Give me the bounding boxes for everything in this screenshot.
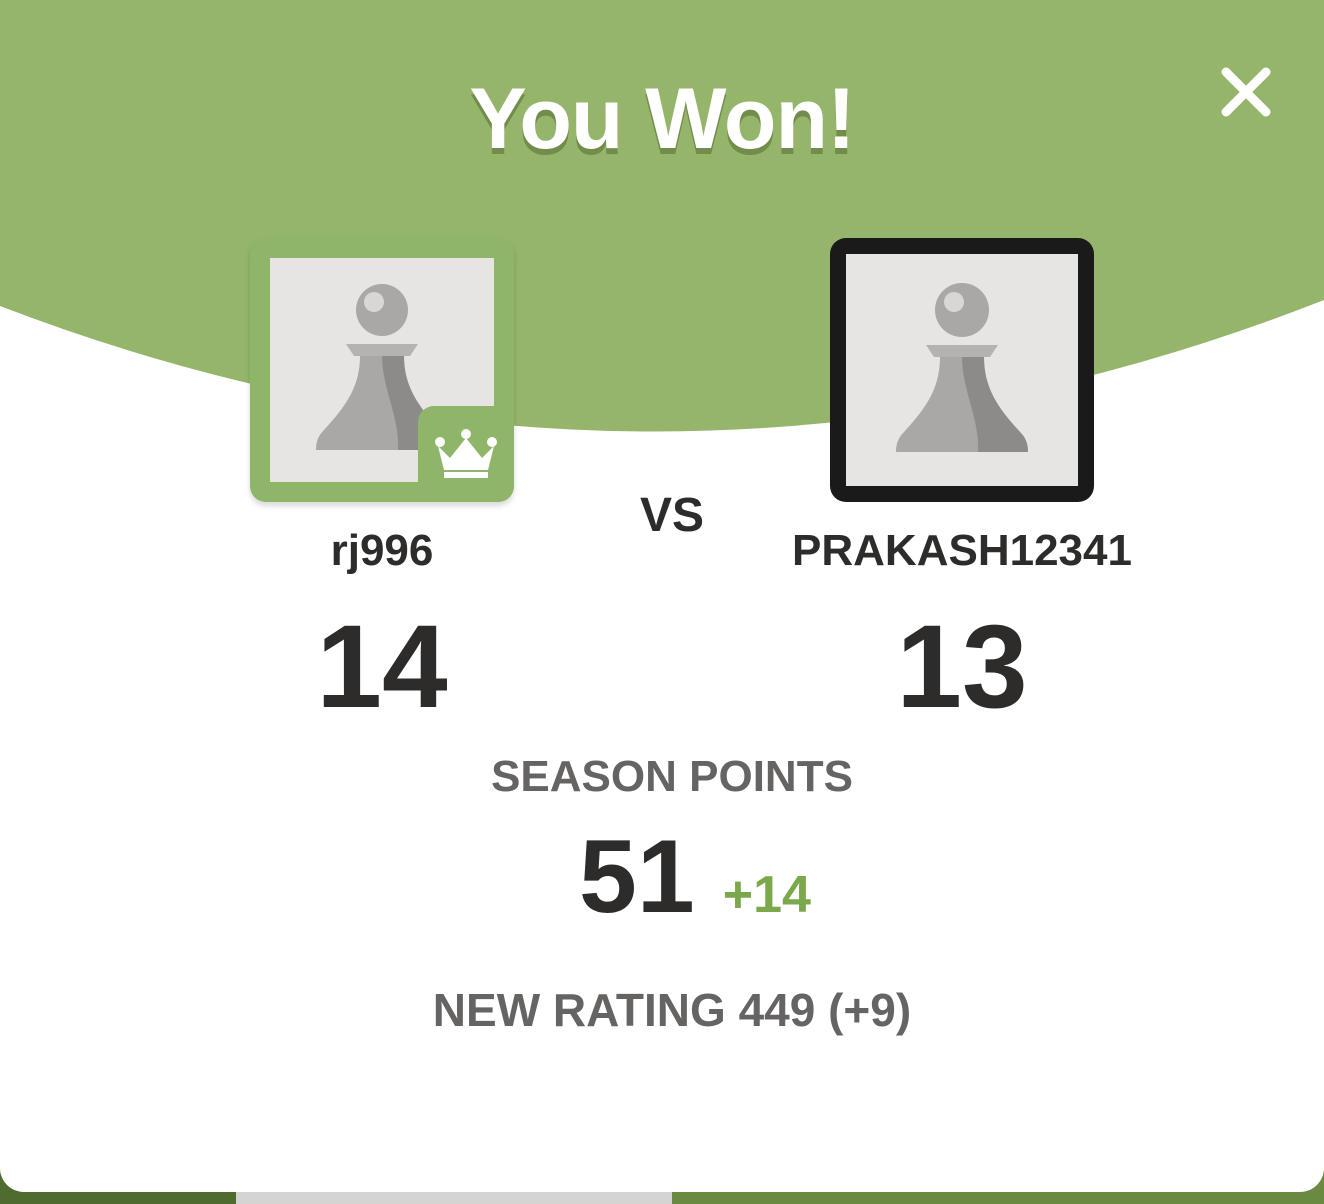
close-button[interactable] (1212, 58, 1280, 126)
result-title: You Won! (469, 71, 855, 167)
game-over-modal: You Won! VS rj996 PRAKASH12341 14 13 SEA… (0, 0, 1324, 1192)
close-icon (1221, 67, 1271, 117)
winner-badge (418, 406, 514, 502)
season-points-value: 51 (579, 819, 695, 935)
player-avatar-winner[interactable] (250, 238, 514, 502)
opponent-name[interactable]: PRAKASH12341 (712, 526, 1212, 576)
new-rating: NEW RATING 449 (+9) (432, 984, 912, 1036)
season-points: 51 +14 (0, 818, 1324, 937)
crown-icon (435, 429, 497, 478)
season-points-label: SEASON POINTS (491, 752, 853, 801)
header-banner (0, 0, 1324, 432)
player-avatar-opponent[interactable] (830, 238, 1094, 502)
pawn-icon (896, 283, 1028, 452)
opponent-score: 13 (896, 601, 1028, 733)
avatar-image (846, 254, 1078, 486)
player-name[interactable]: rj996 (232, 526, 532, 576)
season-points-delta: +14 (722, 866, 811, 924)
player-score: 14 (316, 601, 448, 733)
